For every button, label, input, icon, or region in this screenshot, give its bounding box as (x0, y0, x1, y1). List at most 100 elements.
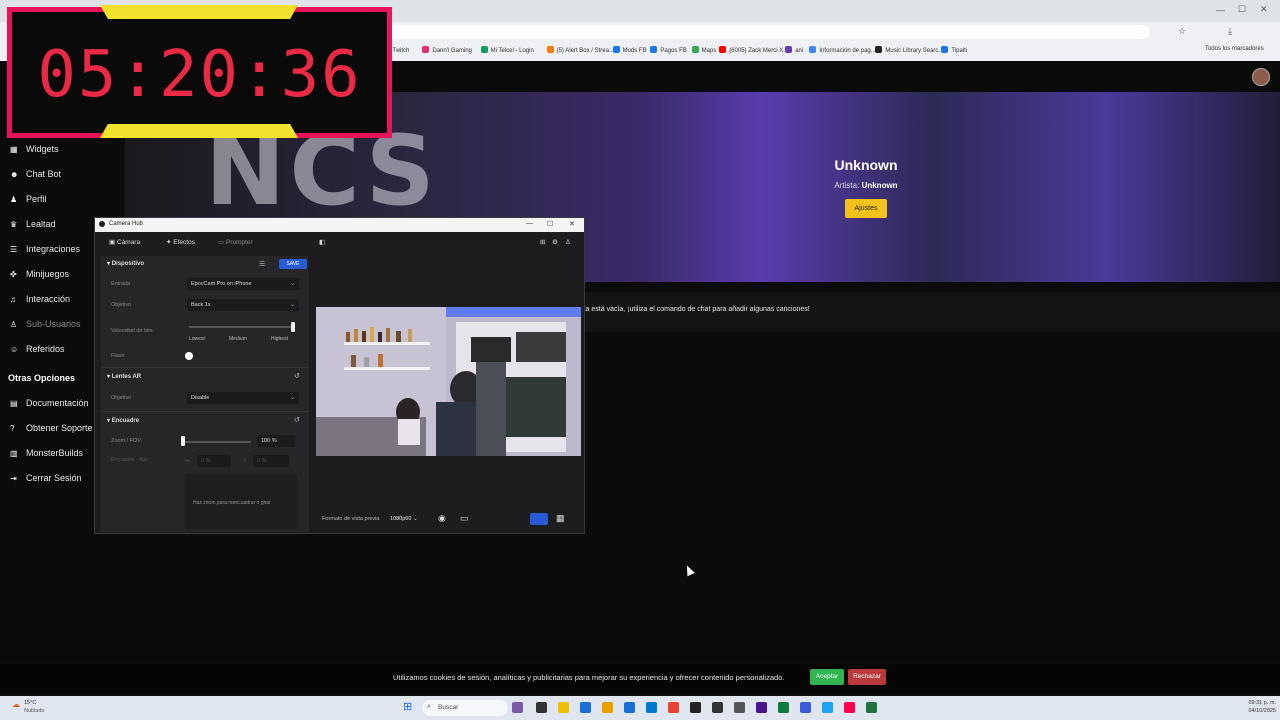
bookmark-item[interactable]: Music Library Searc... (875, 46, 943, 54)
avatar[interactable] (1252, 68, 1270, 86)
grid-icon: ▦ (10, 145, 18, 154)
bookmark-item[interactable]: ani (785, 46, 803, 54)
pan-x-stepper[interactable]: 0 % (197, 455, 231, 467)
sidebar-item-minijuegos[interactable]: ✜ Minijuegos (10, 269, 69, 279)
taskbar-search[interactable]: ⌕ Buscar (422, 700, 508, 716)
bookmark-item[interactable]: (5) Alert Box / Strea... (546, 46, 614, 54)
apps-icon[interactable]: ⊞ (540, 238, 545, 246)
save-button[interactable]: SAVE (279, 259, 307, 269)
bookmark-item[interactable]: Maps (691, 46, 716, 54)
grid-icon[interactable]: ▦ (556, 513, 565, 524)
sidebar-item-lealtad[interactable]: ♛ Lealtad (10, 219, 56, 229)
flash-toggle[interactable] (185, 352, 193, 360)
gear-icon[interactable]: ⚙ (552, 238, 558, 246)
framing-hint: Haz zoom para reencuadrar o girar (193, 500, 271, 506)
framing-section-header[interactable]: ▾ Encuadre (107, 417, 139, 424)
taskbar-app-icon[interactable] (844, 702, 855, 713)
settings-button[interactable]: Ajustes (845, 199, 887, 218)
bookmark-item[interactable]: Dann'l Gaming (422, 46, 472, 54)
zoom-slider-handle[interactable] (181, 436, 185, 446)
tab-effects[interactable]: ✦ Efectos (166, 238, 195, 246)
taskbar-app-icon[interactable] (668, 702, 679, 713)
bookmark-item[interactable]: Pagos FB (650, 46, 687, 54)
zoom-stepper[interactable]: 100 % (257, 435, 295, 447)
ar-select[interactable]: Disable ⌄ (187, 392, 299, 404)
start-icon[interactable]: ⊞ (403, 700, 412, 713)
robot-icon: ☻ (10, 170, 19, 179)
input-select[interactable]: EpocCam Pro on iPhone ⌄ (187, 278, 299, 290)
window-icon[interactable]: ▭ (460, 513, 469, 524)
taskbar-app-icon[interactable] (512, 702, 523, 713)
sidebar-item-monsterbuilds[interactable]: ▥ MonsterBuilds (10, 448, 83, 458)
taskbar-app-icon[interactable] (690, 702, 701, 713)
download-icon[interactable]: ⤓ (1228, 26, 1232, 37)
bookmark-item[interactable]: Mods FB (612, 46, 647, 54)
taskbar-app-icon[interactable] (580, 702, 591, 713)
framing-preview[interactable]: Haz zoom para reencuadrar o girar (185, 474, 297, 530)
taskbar-app-icon[interactable] (602, 702, 613, 713)
close-icon[interactable]: ✕ (569, 220, 575, 228)
maximize-icon[interactable]: ☐ (547, 220, 553, 228)
sidebar-toggle-icon[interactable]: ◧ (319, 238, 325, 246)
taskbar-app-icon[interactable] (646, 702, 657, 713)
camera-snapshot-icon[interactable]: ◉ (438, 513, 446, 524)
star-icon[interactable]: ☆ (1178, 26, 1186, 37)
accept-cookies-button[interactable]: Aceptar (810, 669, 844, 685)
bookmark-item[interactable]: (6005) Zack Merci X... (719, 46, 788, 54)
reject-cookies-button[interactable]: Rechazar (848, 669, 886, 685)
weather-icon[interactable]: ☁ (12, 700, 20, 709)
sidebar-item-perfil[interactable]: ♟ Perfil (10, 194, 47, 204)
sidebar-item-interacci-n[interactable]: ♫ Interacción (10, 294, 70, 304)
bookmark-icon (480, 46, 488, 53)
zoom-slider[interactable] (181, 441, 251, 443)
sidebar-item-sub-usuarios[interactable]: ♙ Sub-Usuarios (10, 319, 81, 329)
bitrate-slider[interactable] (189, 326, 293, 328)
bookmark-item[interactable]: Información de pag... (809, 46, 876, 54)
pan-y-stepper[interactable]: 0 % (253, 455, 289, 467)
taskbar-app-icon[interactable] (866, 702, 877, 713)
taskbar-app-icon[interactable] (778, 702, 789, 713)
lens-value: Back 1x (191, 302, 211, 308)
sidebar-item-integraciones[interactable]: ☰ Integraciones (10, 244, 80, 254)
maximize-icon[interactable]: ☐ (1238, 4, 1246, 15)
bookmark-label: Music Library Searc... (885, 48, 944, 54)
sidebar-item-documentaci-n[interactable]: ▤ Documentación (10, 398, 89, 408)
taskbar-app-icon[interactable] (712, 702, 723, 713)
eye-icon[interactable] (530, 513, 548, 525)
taskbar-app-icon[interactable] (558, 702, 569, 713)
taskbar-app-icon[interactable] (822, 702, 833, 713)
lens-select[interactable]: Back 1x ⌄ (187, 299, 299, 311)
sidebar-item-referidos[interactable]: ☺ Referidos (10, 344, 65, 354)
taskbar-app-icon[interactable] (734, 702, 745, 713)
sidebar-item-chat-bot[interactable]: ☻ Chat Bot (10, 169, 61, 179)
device-section-header[interactable]: ▾ Dispositivo (107, 260, 144, 267)
account-icon[interactable]: ♙ (565, 238, 571, 246)
taskbar-app-icon[interactable] (756, 702, 767, 713)
tab-effects-label: Efectos (173, 239, 195, 246)
format-select[interactable]: 1080p60 ⌄ (390, 516, 418, 522)
reset-icon[interactable]: ↺ (294, 416, 300, 424)
ar-section-header[interactable]: ▾ Lentes AR (107, 373, 141, 380)
bookmark-label: Mi Telcel - Login (490, 48, 534, 54)
taskbar-app-icon[interactable] (624, 702, 635, 713)
taskbar-app-icon[interactable] (536, 702, 547, 713)
all-bookmarks-link[interactable]: Todos los marcadores (1205, 46, 1264, 52)
tab-camera[interactable]: ▣ Cámara (109, 238, 140, 246)
taskbar-app-icon[interactable] (800, 702, 811, 713)
tab-prompter[interactable]: ▭ Prompter (218, 238, 253, 246)
bitrate-label: Velocidad de bits (111, 328, 153, 334)
bitrate-slider-handle[interactable] (291, 322, 295, 332)
minimize-icon[interactable]: — (1216, 5, 1225, 15)
bookmark-icon (422, 46, 430, 53)
bookmark-item[interactable]: Tipalti (941, 46, 967, 54)
sliders-icon[interactable]: ☰ (259, 260, 265, 268)
bookmark-item[interactable]: Mi Telcel - Login (480, 46, 534, 54)
minimize-icon[interactable]: — (526, 220, 533, 227)
reset-icon[interactable]: ↺ (294, 372, 300, 380)
sidebar-item-label: Perfil (26, 194, 47, 204)
sidebar-item-obtener-soporte[interactable]: ? Obtener Soporte (10, 423, 93, 433)
close-icon[interactable]: ✕ (1260, 4, 1268, 15)
sidebar-item-widgets[interactable]: ▦ Widgets (10, 144, 59, 154)
sidebar-item-cerrar-sesi-n[interactable]: ⇥ Cerrar Sesión (10, 473, 82, 483)
user-icon: ♟ (10, 195, 18, 204)
